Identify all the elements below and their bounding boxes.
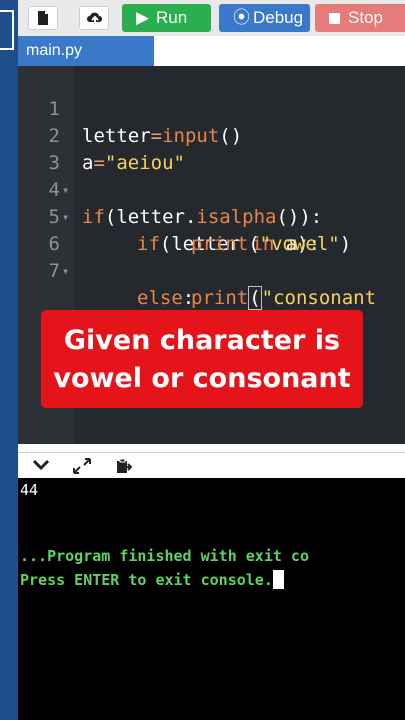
chevron-down-icon[interactable] [32, 457, 50, 473]
side-panel-toggle[interactable] [0, 10, 14, 50]
code-text: else: [137, 287, 195, 309]
output-console[interactable]: 44 ...Program finished with exit co Pres… [18, 478, 405, 720]
code-line: 5 print("vowel") [18, 177, 405, 255]
play-icon: ▶ [136, 8, 150, 27]
new-file-button[interactable] [28, 6, 58, 30]
console-output-line: Press ENTER to exit console. [20, 570, 284, 589]
tab-main-py[interactable]: main.py [18, 36, 154, 66]
line-number: 7 [48, 260, 60, 282]
run-button[interactable]: ▶ Run [122, 4, 211, 32]
file-tab-bar: main.py [18, 36, 405, 67]
code-text: print("consonant [191, 286, 377, 310]
console-output-line: ...Program finished with exit co [20, 547, 309, 565]
matching-bracket: ( [248, 286, 262, 310]
debug-button[interactable]: ⦿ Debug [219, 4, 310, 32]
banner-line-2: vowel or consonant [53, 363, 351, 394]
stop-icon [329, 13, 340, 24]
code-line: 2 a="aeiou" [18, 96, 405, 174]
new-file-icon [38, 11, 48, 25]
code-line: 6 ▾ else: [18, 204, 405, 309]
title-banner: Given character is vowel or consonant [41, 310, 363, 408]
banner-line-1: Given character is [63, 325, 341, 356]
text-cursor [272, 570, 284, 589]
stop-button[interactable]: Stop [315, 4, 405, 32]
copy-clipboard-icon[interactable] [114, 457, 132, 475]
toolbar: ▶ Run ⦿ Debug Stop [18, 0, 405, 36]
code-line: 3 ▾ if(letter.isalpha()): [18, 123, 405, 228]
code-line: 7 print("consonant [18, 231, 405, 310]
upload-cloud-icon [87, 12, 102, 24]
code-line: 4 ▾ if(letter in a): [18, 150, 405, 255]
console-toolbar [18, 452, 405, 479]
left-panel-strip [0, 0, 18, 720]
console-output-line: 44 [20, 481, 39, 499]
expand-icon[interactable] [72, 457, 92, 475]
code-line: 1 letter=input() [18, 69, 405, 147]
upload-button[interactable] [79, 6, 109, 30]
debug-icon: ⦿ [233, 8, 250, 27]
